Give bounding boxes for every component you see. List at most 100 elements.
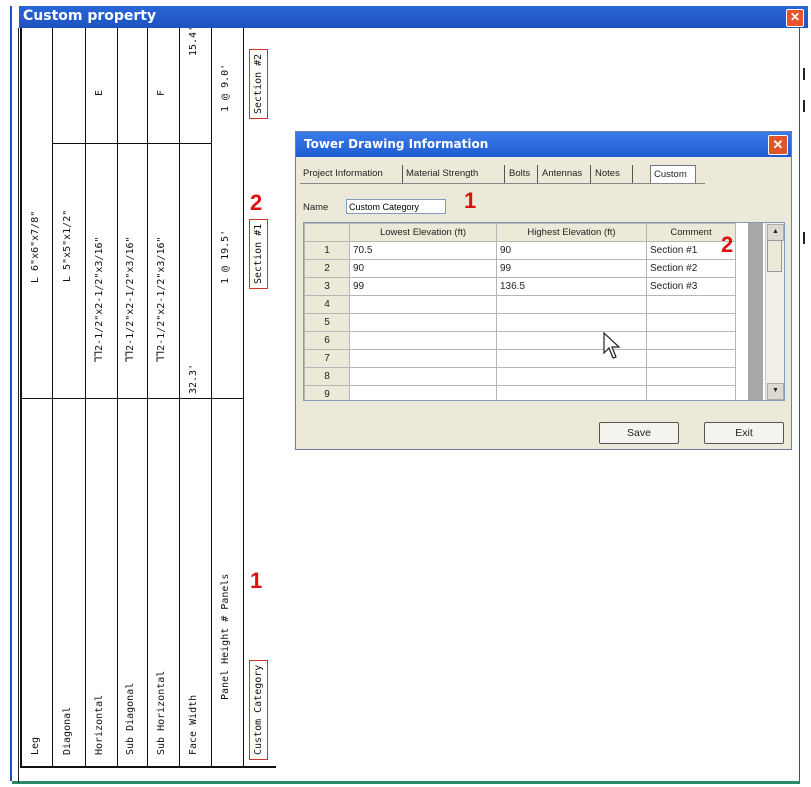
tab-strip-divider [300, 183, 705, 184]
annotation-2-dialog: 2 [721, 232, 734, 257]
cell-highest[interactable]: 136.5 [496, 277, 647, 296]
row-number: 6 [304, 331, 350, 350]
table-row[interactable]: 8 [304, 367, 736, 386]
scroll-thumb[interactable] [767, 240, 782, 272]
drawing-edge-mark [803, 100, 805, 112]
cell-highest[interactable]: 99 [496, 259, 647, 278]
table-row-line [22, 398, 243, 399]
row-number: 5 [304, 313, 350, 332]
label-sub-diagonal: Sub Diagonal [125, 682, 136, 755]
row-number: 7 [304, 349, 350, 368]
cell-highest[interactable] [496, 295, 647, 314]
cell-comment[interactable] [646, 331, 736, 350]
exit-button[interactable]: Exit [704, 422, 784, 444]
window-border-bottom [12, 781, 800, 784]
cell-highest[interactable] [496, 349, 647, 368]
cell-lowest[interactable] [349, 385, 497, 400]
grid-scrollbar[interactable]: ▲ ▼ [765, 223, 784, 400]
table-row[interactable]: 3 99 136.5 Section #3 [304, 277, 736, 296]
annotation-1-drawing: 1 [250, 568, 263, 593]
grid-empty-area [748, 223, 763, 400]
dialog-title: Tower Drawing Information [304, 137, 489, 151]
annotation-1-dialog: 1 [464, 188, 477, 213]
grid-header-row: Lowest Elevation (ft) Highest Elevation … [304, 223, 736, 242]
scroll-up-button[interactable]: ▲ [767, 224, 784, 241]
s2-custom-value: Section #2 [249, 48, 268, 119]
tab-bolts[interactable]: Bolts [506, 165, 538, 183]
cell-lowest[interactable] [349, 295, 497, 314]
s2-horizontal-value: E [94, 89, 105, 96]
cell-highest[interactable] [496, 385, 647, 400]
elevation-grid[interactable]: Lowest Elevation (ft) Highest Elevation … [303, 222, 785, 401]
cell-lowest[interactable]: 90 [349, 259, 497, 278]
table-row[interactable]: 2 90 99 Section #2 [304, 259, 736, 278]
cell-lowest[interactable] [349, 367, 497, 386]
drawing-margin-line [18, 28, 19, 783]
dialog-titlebar: Tower Drawing Information ✕ [296, 132, 791, 157]
col-lowest-elevation[interactable]: Lowest Elevation (ft) [349, 223, 497, 242]
cell-lowest[interactable] [349, 313, 497, 332]
row-number: 1 [304, 241, 350, 260]
drawing-edge-mark [803, 68, 805, 80]
cell-comment[interactable] [646, 313, 736, 332]
window-border-right [799, 28, 800, 783]
table-col-line [243, 28, 244, 766]
dialog-close-button[interactable]: ✕ [768, 135, 788, 155]
cell-comment[interactable] [646, 385, 736, 400]
table-row[interactable]: 6 [304, 331, 736, 350]
s1-sub-horizontal-value: ⅂⅂2-1/2"x2-1/2"x3/16" [156, 236, 167, 362]
table-col-line [85, 28, 86, 766]
table-col-line [211, 28, 212, 766]
table-col-line [52, 28, 53, 766]
tab-notes[interactable]: Notes [592, 165, 633, 183]
tab-antennas[interactable]: Antennas [539, 165, 591, 183]
tab-custom[interactable]: Custom [650, 165, 696, 183]
cell-lowest[interactable] [349, 331, 497, 350]
s1-horizontal-value: ⅂⅂2-1/2"x2-1/2"x3/16" [94, 236, 105, 362]
cell-comment[interactable] [646, 295, 736, 314]
row-number: 3 [304, 277, 350, 296]
table-col-line [117, 28, 118, 766]
cell-comment[interactable]: Section #3 [646, 277, 736, 296]
col-highest-elevation[interactable]: Highest Elevation (ft) [496, 223, 647, 242]
tab-material-strength[interactable]: Material Strength [403, 165, 505, 183]
s1-diagonal-value: L 5"x5"x1/2" [62, 209, 73, 282]
s1-leg-value: L 6"x6"x7/8" [30, 210, 41, 283]
table-col-line [179, 28, 180, 766]
name-label: Name [303, 202, 329, 213]
label-sub-horizontal: Sub Horizontal [156, 670, 167, 755]
cell-highest[interactable] [496, 313, 647, 332]
table-row[interactable]: 7 [304, 349, 736, 368]
drawing-edge-mark [803, 232, 805, 244]
cell-comment[interactable] [646, 367, 736, 386]
tower-drawing-table: Leg Diagonal Horizontal Sub Diagonal Sub… [20, 26, 276, 768]
cell-comment[interactable]: Section #2 [646, 259, 736, 278]
label-horizontal: Horizontal [94, 694, 105, 755]
cell-comment[interactable] [646, 349, 736, 368]
tower-drawing-dialog: Tower Drawing Information ✕ Project Info… [295, 131, 792, 450]
table-row[interactable]: 5 [304, 313, 736, 332]
table-row[interactable]: 4 [304, 295, 736, 314]
window-close-button[interactable]: ✕ [786, 9, 804, 27]
cell-lowest[interactable]: 70.5 [349, 241, 497, 260]
save-button[interactable]: Save [599, 422, 679, 444]
cell-highest[interactable] [496, 331, 647, 350]
row-number: 9 [304, 385, 350, 400]
cell-lowest[interactable] [349, 349, 497, 368]
tab-project-information[interactable]: Project Information [300, 165, 403, 183]
s2-sub-horizontal-value: F [156, 89, 167, 96]
s1-face-width-value: 32.3' [188, 363, 199, 394]
mouse-cursor-icon [603, 332, 621, 359]
cell-lowest[interactable]: 99 [349, 277, 497, 296]
row-number: 4 [304, 295, 350, 314]
row-number: 8 [304, 367, 350, 386]
label-face-width: Face Width [188, 694, 199, 755]
scroll-down-button[interactable]: ▼ [767, 383, 784, 400]
table-col-line [147, 28, 148, 766]
table-row[interactable]: 9 [304, 385, 736, 400]
label-diagonal: Diagonal [62, 706, 73, 755]
cell-highest[interactable]: 90 [496, 241, 647, 260]
table-row[interactable]: 1 70.5 90 Section #1 [304, 241, 736, 260]
name-input[interactable]: Custom Category [346, 199, 446, 214]
cell-highest[interactable] [496, 367, 647, 386]
